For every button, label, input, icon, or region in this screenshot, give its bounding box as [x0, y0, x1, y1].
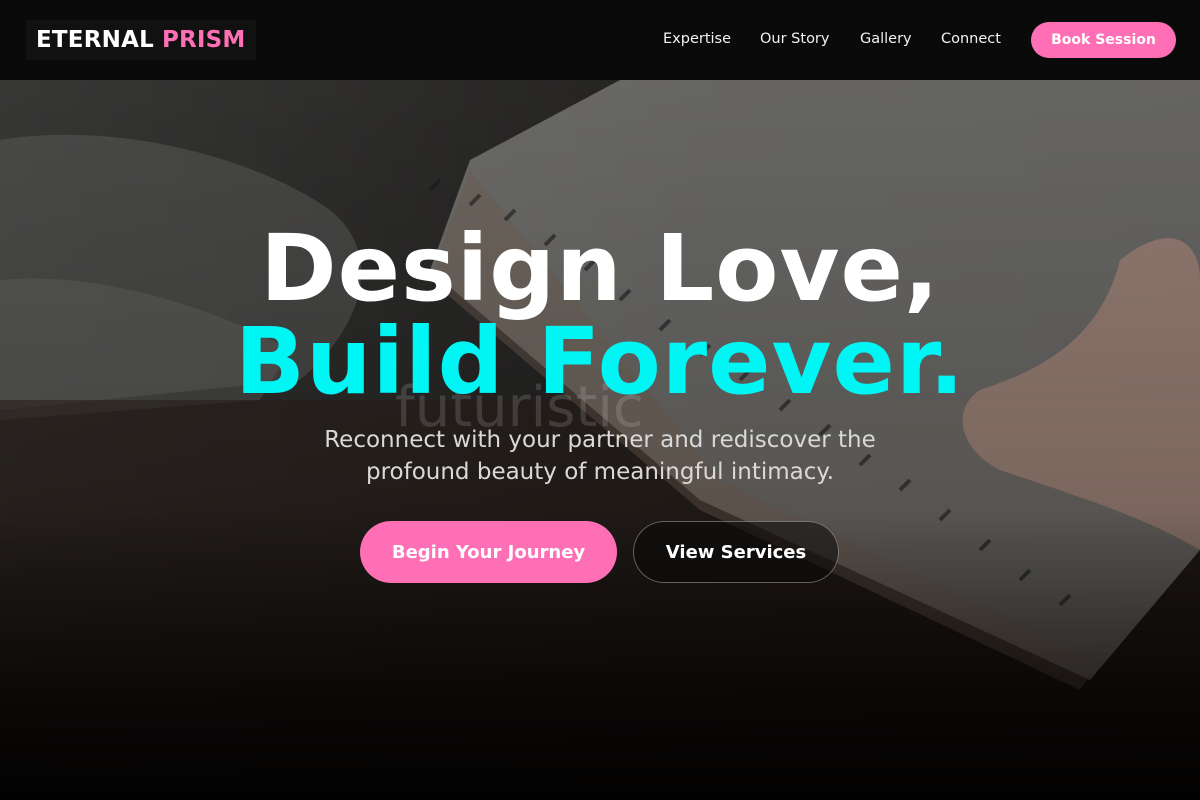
nav-item-gallery[interactable]: Gallery [860, 31, 912, 47]
begin-journey-button[interactable]: Begin Your Journey [360, 521, 617, 583]
brand-name-pink: PRISM [161, 27, 246, 53]
hero-subtitle-line-2: profound beauty of meaningful intimacy. [365, 459, 835, 485]
view-services-button[interactable]: View Services [633, 521, 839, 583]
nav-item-connect[interactable]: Connect [941, 31, 1001, 47]
nav-item-expertise[interactable]: Expertise [663, 31, 731, 47]
hero-title-line-1: Design Love, [260, 215, 940, 322]
hero-subtitle-line-1: Reconnect with your partner and rediscov… [324, 427, 876, 453]
nav-item-our-story[interactable]: Our Story [760, 31, 829, 47]
hero-section: futuristic Design Love, Build Forever. R… [0, 80, 1200, 800]
brand-logo[interactable]: ETERNAL PRISM [26, 20, 256, 60]
site-header: ETERNAL PRISM Expertise Our Story Galler… [0, 0, 1200, 80]
brand-name-white: ETERNAL [36, 27, 154, 53]
book-session-button[interactable]: Book Session [1031, 22, 1176, 58]
hero-title-line-2: Build Forever. [234, 308, 966, 415]
